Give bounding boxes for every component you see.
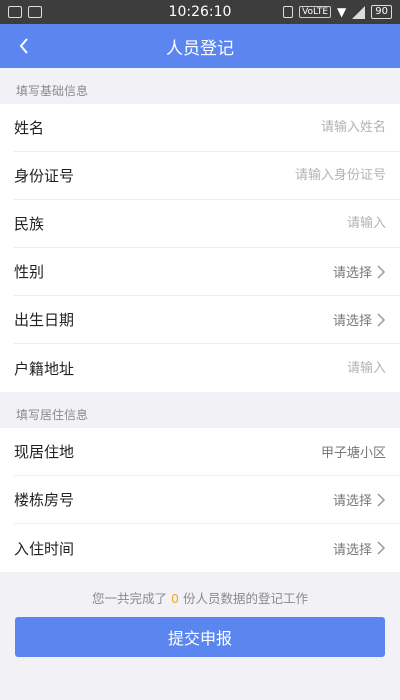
gender-select-text: 请选择	[332, 266, 372, 281]
signal-icon	[352, 5, 366, 19]
id-number-label: 身份证号	[14, 167, 75, 185]
submit-button[interactable]: 提交申报	[15, 617, 385, 657]
current-residence-label: 现居住地	[14, 443, 75, 461]
building-room-row[interactable]: 楼栋房号 请选择	[14, 476, 400, 524]
summary-count: 0	[171, 591, 179, 606]
household-address-row: 户籍地址	[14, 344, 400, 392]
move-in-time-label: 入住时间	[14, 539, 75, 558]
chevron-right-icon	[377, 492, 386, 507]
status-left	[8, 6, 42, 18]
battery-level: 90	[371, 5, 392, 19]
residence-info-section: 现居住地 甲子塘小区 楼栋房号 请选择 入住时间 请选择	[0, 428, 400, 572]
move-in-time-row[interactable]: 入住时间 请选择	[14, 524, 400, 572]
move-in-time-select-text: 请选择	[332, 542, 372, 558]
basic-info-section: 姓名 身份证号 民族 性别 请选择 出生日期 请选择 户籍地址	[0, 104, 400, 392]
id-number-row: 身份证号	[14, 152, 400, 200]
chevron-right-icon	[377, 541, 386, 555]
network-label: VoLTE	[299, 6, 332, 18]
summary-suffix: 份人员数据的登记工作	[182, 591, 308, 606]
ethnicity-input[interactable]	[186, 216, 386, 231]
chevron-right-icon	[377, 312, 386, 327]
name-label: 姓名	[14, 119, 45, 137]
summary-prefix: 您一共完成了	[92, 591, 168, 606]
status-bar: 10:26:10 VoLTE ▼ 90	[0, 0, 400, 24]
building-room-select-text: 请选择	[332, 494, 372, 509]
residence-section-label: 填写居住信息	[16, 408, 89, 422]
name-input[interactable]	[186, 120, 386, 135]
status-right: VoLTE ▼ 90	[283, 5, 392, 19]
name-row: 姓名	[14, 104, 400, 152]
building-room-select[interactable]: 请选择	[333, 490, 386, 509]
image-icon	[28, 6, 42, 18]
household-address-input[interactable]	[186, 360, 386, 376]
ethnicity-label: 民族	[14, 215, 45, 233]
notification-icon	[8, 6, 22, 18]
gender-row[interactable]: 性别 请选择	[14, 248, 400, 296]
page-title: 人员登记	[166, 38, 234, 59]
basic-section-label: 填写基础信息	[16, 84, 89, 98]
wifi-icon: ▼	[337, 5, 347, 19]
vibrate-icon	[283, 6, 294, 18]
birth-date-row[interactable]: 出生日期 请选择	[14, 296, 400, 344]
household-address-label: 户籍地址	[14, 359, 75, 378]
birth-date-select[interactable]: 请选择	[333, 310, 386, 329]
gender-label: 性别	[14, 263, 45, 281]
gender-select[interactable]: 请选择	[333, 262, 386, 281]
back-icon[interactable]	[10, 32, 38, 60]
ethnicity-row: 民族	[14, 200, 400, 248]
move-in-time-select[interactable]: 请选择	[333, 539, 386, 558]
chevron-right-icon	[377, 264, 386, 279]
summary-text: 您一共完成了 0 份人员数据的登记工作	[0, 588, 400, 608]
birth-date-label: 出生日期	[14, 311, 75, 329]
id-number-input[interactable]	[186, 168, 386, 183]
birth-date-select-text: 请选择	[332, 314, 372, 329]
building-room-label: 楼栋房号	[14, 491, 75, 509]
current-residence-value: 甲子塘小区	[320, 446, 386, 461]
current-residence-row: 现居住地 甲子塘小区	[14, 428, 400, 476]
header: 人员登记	[0, 24, 400, 68]
